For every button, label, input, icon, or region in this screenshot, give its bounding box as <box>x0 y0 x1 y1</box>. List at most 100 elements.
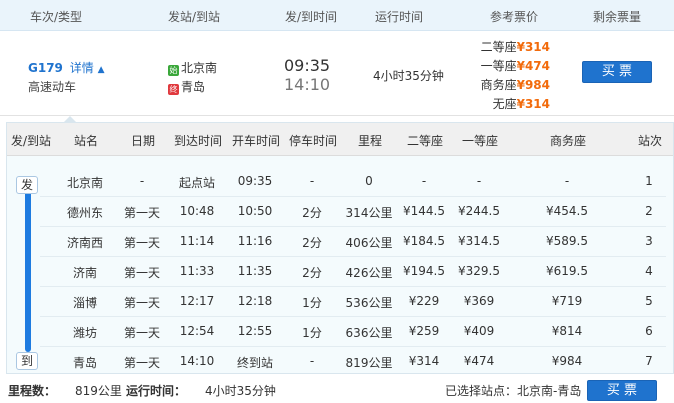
col-train-header: 车次/类型 <box>30 10 83 24</box>
stop-row: 济南 第一天 11:33 11:35 2分 426公里 ¥194.5 ¥329.5 ¥619.5… <box>40 257 666 287</box>
detail-col: 商务座 <box>549 134 587 148</box>
duration: 4小时35分钟 <box>373 69 444 83</box>
stop-cell: 第一天 <box>123 356 161 370</box>
route-bar <box>25 190 31 352</box>
end-badge: 到 <box>16 352 38 370</box>
depart-time: 09:35 <box>284 56 331 75</box>
detail-link[interactable]: 详情 <box>70 61 94 75</box>
stop-cell: 536公里 <box>345 296 393 310</box>
stop-cell: 1分 <box>302 296 322 310</box>
stop-cell: 潍坊 <box>72 326 98 340</box>
stop-row: 济南西 第一天 11:14 11:16 2分 406公里 ¥184.5 ¥314.5 ¥589.… <box>40 227 666 257</box>
stop-cell: ¥454.5 <box>546 204 588 218</box>
buy-button[interactable]: 买 票 <box>582 61 652 83</box>
duration-value: 4小时35分钟 <box>205 384 276 398</box>
stop-cell: - <box>139 174 145 188</box>
stop-cell: ¥619.5 <box>546 264 588 278</box>
price-business-class: 商务座¥984 <box>480 78 550 92</box>
stop-cell: ¥194.5 <box>403 264 445 278</box>
detail-col: 开车时间 <box>231 134 281 148</box>
stop-cell: ¥329.5 <box>458 264 500 278</box>
distance-value: 819公里 <box>75 384 122 398</box>
stop-cell: ¥984 <box>551 354 583 368</box>
stop-cell: ¥474 <box>463 354 495 368</box>
from-station-name: 北京南 <box>181 61 218 75</box>
detail-col: 日期 <box>130 134 156 148</box>
stop-cell: 第一天 <box>123 326 161 340</box>
detail-col: 停车时间 <box>288 134 338 148</box>
selected-stations: 已选择站点：北京南-青岛 <box>445 384 582 398</box>
stop-cell: 1分 <box>302 326 322 340</box>
from-station: 始北京南 <box>168 59 217 76</box>
detail-col: 一等座 <box>461 134 499 148</box>
stop-row: 德州东 第一天 10:48 10:50 2分 314公里 ¥144.5 ¥244.5 ¥454.… <box>40 197 666 227</box>
stop-cell: ¥369 <box>463 294 495 308</box>
stop-cell: - <box>309 174 315 188</box>
detail-col: 二等座 <box>406 134 444 148</box>
stop-cell: 0 <box>365 174 373 188</box>
col-duration-header: 运行时间 <box>375 10 424 24</box>
stop-cell: 426公里 <box>345 266 393 280</box>
col-times-header: 发/到时间 <box>285 10 338 24</box>
stop-cell: ¥409 <box>463 324 495 338</box>
stop-cell: 406公里 <box>345 236 393 250</box>
train-type: 高速动车 <box>28 80 77 94</box>
footer-buy-button[interactable]: 买 票 <box>587 380 657 401</box>
stop-cell: 终到站 <box>236 356 274 370</box>
stop-cell: ¥314.5 <box>458 234 500 248</box>
train-number[interactable]: G179 <box>28 61 63 75</box>
stop-cell: ¥719 <box>551 294 583 308</box>
price-first-class: 一等座¥474 <box>480 59 550 73</box>
stop-cell: ¥814 <box>551 324 583 338</box>
chevron-up-icon[interactable]: ▲ <box>98 65 105 75</box>
price-second-class: 二等座¥314 <box>480 40 550 54</box>
stop-cell: 09:35 <box>237 174 273 188</box>
train-number-link[interactable]: G179 详情 ▲ <box>28 59 105 76</box>
stop-cell: ¥229 <box>408 294 440 308</box>
stop-cell: 12:54 <box>179 324 215 338</box>
results-header: 车次/类型 发站/到站 发/到时间 运行时间 参考票价 剩余票量 <box>0 0 674 31</box>
train-row: G179 详情 ▲ 高速动车 始北京南 终青岛 09:35 14:10 4小时3… <box>0 31 674 116</box>
to-station: 终青岛 <box>168 78 205 95</box>
stop-cell: ¥244.5 <box>458 204 500 218</box>
stop-cell: 819公里 <box>345 356 393 370</box>
stop-cell: - <box>421 174 427 188</box>
stop-cell: 12:17 <box>179 294 215 308</box>
stop-cell: 济南 <box>72 266 98 280</box>
detail-col: 站次 <box>637 134 663 148</box>
end-station-icon: 终 <box>168 84 179 95</box>
stop-row: 淄博 第一天 12:17 12:18 1分 536公里 ¥229 ¥369 ¥719 5 <box>40 287 666 317</box>
footer-bar: 里程数： 819公里 运行时间： 4小时35分钟 已选择站点：北京南-青岛 买 … <box>0 376 674 403</box>
stop-cell: ¥144.5 <box>403 204 445 218</box>
to-station-name: 青岛 <box>181 80 206 94</box>
stop-cell: 青岛 <box>72 356 98 370</box>
stop-cell: 11:16 <box>237 234 273 248</box>
stop-cell: ¥314 <box>408 354 440 368</box>
stop-cell: 4 <box>645 264 653 278</box>
stop-cell: 6 <box>645 324 653 338</box>
stop-row: 青岛 第一天 14:10 终到站 - 819公里 ¥314 ¥474 ¥984 7 <box>40 347 666 377</box>
stop-cell: 11:14 <box>179 234 215 248</box>
stop-cell: 636公里 <box>345 326 393 340</box>
stop-row: 潍坊 第一天 12:54 12:55 1分 636公里 ¥259 ¥409 ¥814 6 <box>40 317 666 347</box>
detail-col: 发/到站 <box>10 134 52 148</box>
detail-col: 站名 <box>73 134 99 148</box>
stop-cell: ¥259 <box>408 324 440 338</box>
arrive-time: 14:10 <box>284 75 331 94</box>
stop-cell: 11:35 <box>237 264 273 278</box>
col-price-header: 参考票价 <box>490 10 539 24</box>
stop-cell: ¥589.5 <box>546 234 588 248</box>
detail-header: 发/到站 站名 日期 到达时间 开车时间 停车时间 里程 二等座 一等座 商务座… <box>7 123 673 156</box>
stop-cell: 第一天 <box>123 236 161 250</box>
stop-cell: 德州东 <box>66 206 104 220</box>
stop-cell: 12:18 <box>237 294 273 308</box>
col-remaining-header: 剩余票量 <box>593 10 642 24</box>
distance-label: 里程数： <box>8 384 57 398</box>
stop-cell: 14:10 <box>179 354 215 368</box>
stop-cell: 10:48 <box>179 204 215 218</box>
stop-cell: 北京南 <box>66 176 104 190</box>
stop-cell: 7 <box>645 354 653 368</box>
stop-cell: 2分 <box>302 266 322 280</box>
stop-cell: 10:50 <box>237 204 273 218</box>
stop-cell: - <box>564 174 570 188</box>
